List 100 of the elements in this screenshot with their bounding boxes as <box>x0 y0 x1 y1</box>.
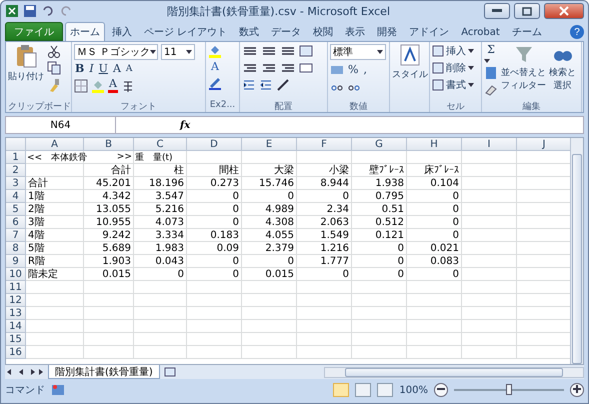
styles-icon[interactable] <box>400 44 420 66</box>
cells-button[interactable]: 書式 <box>432 78 474 92</box>
table-cell[interactable] <box>242 333 297 346</box>
ribbon-tab[interactable]: 表示 <box>340 22 370 41</box>
table-cell[interactable]: 1.983 <box>134 242 187 255</box>
table-cell[interactable]: 0.121 <box>352 229 407 242</box>
table-cell[interactable] <box>297 294 352 307</box>
row-header[interactable]: 9 <box>6 255 26 268</box>
table-cell[interactable]: 3.334 <box>134 229 187 242</box>
table-cell[interactable]: 2.063 <box>297 216 352 229</box>
row-header[interactable]: 13 <box>6 307 26 320</box>
table-cell[interactable] <box>352 151 407 164</box>
table-cell[interactable] <box>407 346 462 359</box>
caret-icon[interactable] <box>468 83 474 87</box>
table-cell[interactable] <box>84 320 134 333</box>
table-cell[interactable]: 5.216 <box>134 203 187 216</box>
table-cell[interactable] <box>134 346 187 359</box>
table-cell[interactable] <box>462 190 517 203</box>
table-cell[interactable] <box>462 320 517 333</box>
table-cell[interactable]: 間柱 <box>187 164 242 177</box>
font-name-dropdown[interactable]: ＭＳ Ｐゴシック <box>74 44 158 60</box>
font-color-button[interactable]: A <box>108 78 118 93</box>
table-cell[interactable]: 0 <box>352 268 407 281</box>
cells-button[interactable]: 削除 <box>432 61 474 75</box>
save-icon[interactable] <box>23 4 37 18</box>
table-cell[interactable] <box>407 333 462 346</box>
table-cell[interactable]: 1.777 <box>297 255 352 268</box>
table-cell[interactable] <box>407 294 462 307</box>
indent-icon[interactable] <box>242 78 256 92</box>
text-color-button[interactable]: A <box>208 61 222 73</box>
normal-view-button[interactable] <box>333 383 350 397</box>
table-cell[interactable]: 0 <box>407 268 462 281</box>
table-cell[interactable] <box>134 281 187 294</box>
ribbon-tab[interactable]: アドイン <box>404 22 454 41</box>
table-cell[interactable]: 0 <box>187 190 242 203</box>
row-header[interactable]: 4 <box>6 190 26 203</box>
table-cell[interactable]: 0 <box>407 190 462 203</box>
maximize-icon[interactable] <box>522 6 532 16</box>
table-cell[interactable] <box>84 281 134 294</box>
table-cell[interactable] <box>297 333 352 346</box>
table-cell[interactable]: 9.242 <box>84 229 134 242</box>
table-cell[interactable] <box>187 346 242 359</box>
table-cell[interactable]: 0.09 <box>187 242 242 255</box>
table-cell[interactable] <box>352 281 407 294</box>
font-size-dropdown[interactable]: 11 <box>161 44 195 60</box>
table-cell[interactable] <box>352 333 407 346</box>
clipboard-icon[interactable] <box>15 44 37 68</box>
row-header[interactable]: 16 <box>6 346 26 359</box>
grow-font-button[interactable]: A <box>112 63 122 75</box>
fill-bucket-icon[interactable] <box>208 44 222 58</box>
table-cell[interactable]: 0 <box>352 255 407 268</box>
fill-color-icon[interactable] <box>91 78 105 92</box>
restore-button[interactable] <box>514 3 540 19</box>
table-cell[interactable] <box>462 281 517 294</box>
column-header[interactable]: D <box>187 138 242 151</box>
table-cell[interactable]: 0 <box>407 203 462 216</box>
table-cell[interactable]: 0 <box>187 203 242 216</box>
table-cell[interactable] <box>462 255 517 268</box>
table-cell[interactable] <box>242 346 297 359</box>
table-cell[interactable]: 10.955 <box>84 216 134 229</box>
table-cell[interactable] <box>134 307 187 320</box>
ribbon-tab[interactable]: 校閲 <box>308 22 338 41</box>
table-cell[interactable] <box>352 307 407 320</box>
row-header[interactable]: 6 <box>6 216 26 229</box>
row-header[interactable]: 14 <box>6 320 26 333</box>
table-cell[interactable]: 0 <box>187 216 242 229</box>
table-cell[interactable]: 3.547 <box>134 190 187 203</box>
table-cell[interactable]: R階 <box>26 255 84 268</box>
table-cell[interactable]: 2.34 <box>297 203 352 216</box>
table-cell[interactable]: << 本体鉄骨 <box>26 151 84 164</box>
table-cell[interactable]: 0.104 <box>407 177 462 190</box>
table-cell[interactable]: 重 量(t) <box>134 151 187 164</box>
table-cell[interactable]: 床ﾌﾞﾚｰｽ <box>407 164 462 177</box>
table-cell[interactable] <box>462 294 517 307</box>
table-cell[interactable] <box>242 281 297 294</box>
cells-icon[interactable] <box>432 79 444 91</box>
table-cell[interactable] <box>462 242 517 255</box>
table-cell[interactable] <box>242 294 297 307</box>
table-cell[interactable] <box>84 333 134 346</box>
table-cell[interactable]: 2.379 <box>242 242 297 255</box>
table-cell[interactable] <box>462 151 517 164</box>
table-cell[interactable] <box>26 346 84 359</box>
table-cell[interactable] <box>352 346 407 359</box>
table-cell[interactable] <box>462 203 517 216</box>
row-header[interactable]: 1 <box>6 151 26 164</box>
styles-button[interactable]: スタイル <box>392 44 428 100</box>
table-cell[interactable]: 0 <box>407 229 462 242</box>
column-header[interactable]: B <box>84 138 134 151</box>
table-cell[interactable]: 0 <box>297 190 352 203</box>
row-header[interactable]: 5 <box>6 203 26 216</box>
caret-icon[interactable] <box>150 50 156 54</box>
table-cell[interactable]: 1.938 <box>352 177 407 190</box>
caret-icon[interactable] <box>484 59 490 63</box>
row-header[interactable]: 3 <box>6 177 26 190</box>
table-cell[interactable]: 0.015 <box>84 268 134 281</box>
file-tab[interactable]: ファイル <box>5 22 63 41</box>
table-cell[interactable]: 1階 <box>26 190 84 203</box>
table-cell[interactable] <box>297 320 352 333</box>
table-cell[interactable] <box>462 268 517 281</box>
scissors-icon[interactable] <box>47 44 61 58</box>
